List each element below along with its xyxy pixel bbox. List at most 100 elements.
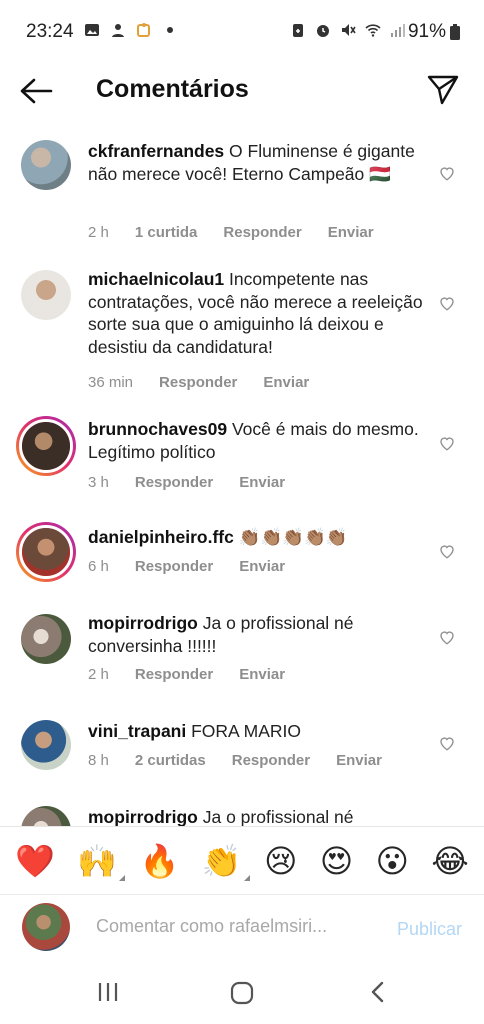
emoji-clap[interactable]: 👏 <box>201 842 250 881</box>
mute-icon <box>342 24 356 36</box>
avatar[interactable] <box>21 270 71 320</box>
avatar[interactable] <box>21 806 71 826</box>
comment-meta: 8 h 2 curtidas Responder Enviar <box>88 752 382 769</box>
avatar[interactable] <box>21 720 71 770</box>
status-bar: 23:24 91% <box>0 0 484 62</box>
heart-icon[interactable] <box>438 294 456 312</box>
comment-input[interactable] <box>96 916 356 937</box>
signal-icon <box>391 24 405 37</box>
battery-percent: 91% <box>407 21 446 42</box>
comment-likes[interactable]: 2 curtidas <box>135 752 206 769</box>
avatar-story[interactable] <box>16 522 76 582</box>
battery-icon <box>450 24 460 40</box>
comment-time: 36 min <box>88 374 134 391</box>
skin-tone-caret-icon <box>119 874 126 881</box>
comment-text: vini_trapani FORA MARIO <box>88 720 428 743</box>
comments-list[interactable]: ckfranfernandes O Fluminense é gigante n… <box>0 130 484 826</box>
comment-username[interactable]: vini_trapani <box>88 721 186 741</box>
comment-likes[interactable]: 1 curtida <box>135 224 198 241</box>
send-button[interactable]: Enviar <box>336 752 382 769</box>
comment-username[interactable]: michaelnicolau1 <box>88 269 224 289</box>
emoji-quick-bar: ❤️ 🙌 🔥 👏 😢 😍 😮 😂 <box>0 826 484 894</box>
avatar[interactable] <box>21 140 71 190</box>
publish-button[interactable]: Publicar <box>397 919 462 940</box>
header: Comentários <box>0 62 484 120</box>
comment-username[interactable]: danielpinheiro.ffc <box>88 527 234 547</box>
send-button[interactable]: Enviar <box>328 224 374 241</box>
comment-item: mopirrodrigo Ja o profissional né <box>0 806 484 826</box>
heart-icon[interactable] <box>438 542 456 560</box>
comment-time: 6 h <box>88 558 109 575</box>
comment-meta: 2 h 1 curtida Responder Enviar <box>88 224 374 241</box>
emoji-fire[interactable]: 🔥 <box>140 845 180 877</box>
recent-apps-icon[interactable] <box>96 980 120 1004</box>
comment-time: 3 h <box>88 474 109 491</box>
comment-item: mopirrodrigo Ja o profissional né conver… <box>0 612 484 694</box>
emoji-surprised[interactable]: 😮 <box>376 845 409 877</box>
comment-text: mopirrodrigo Ja o profissional né <box>88 806 428 826</box>
back-icon[interactable] <box>368 980 388 1004</box>
comment-text: mopirrodrigo Ja o profissional né conver… <box>88 612 428 657</box>
comment-username[interactable]: mopirrodrigo <box>88 807 198 826</box>
send-button[interactable]: Enviar <box>239 474 285 491</box>
emoji-raised-hands[interactable]: 🙌 <box>77 842 126 881</box>
comment-meta: 6 h Responder Enviar <box>88 558 285 575</box>
heart-icon[interactable] <box>438 628 456 646</box>
comment-time: 8 h <box>88 752 109 769</box>
android-nav-bar <box>0 964 484 1024</box>
send-button[interactable]: Enviar <box>239 666 285 683</box>
battery-status: 91% <box>408 21 460 43</box>
emoji-crying[interactable]: 😢 <box>264 845 297 877</box>
reply-button[interactable]: Responder <box>232 752 310 769</box>
direct-send-icon[interactable] <box>426 72 460 106</box>
send-button[interactable]: Enviar <box>239 558 285 575</box>
comment-text: danielpinheiro.ffc 👏🏽👏🏽👏🏽👏🏽👏🏽 <box>88 526 428 549</box>
avatar[interactable] <box>21 614 71 664</box>
back-arrow-icon[interactable] <box>18 76 54 106</box>
comment-meta: 2 h Responder Enviar <box>88 666 285 683</box>
comment-item: michaelnicolau1 Incompetente nas contrat… <box>0 268 484 391</box>
status-right-icons <box>290 22 406 38</box>
comment-item: ckfranfernandes O Fluminense é gigante n… <box>0 140 484 250</box>
heart-icon[interactable] <box>438 164 456 182</box>
page-title: Comentários <box>96 75 249 103</box>
status-time: 23:24 <box>26 21 74 42</box>
heart-icon[interactable] <box>438 434 456 452</box>
comment-item: brunnochaves09 Você é mais do mesmo. Leg… <box>0 416 484 496</box>
comment-input-row: Publicar <box>0 894 484 960</box>
alarm-icon <box>317 25 329 37</box>
reply-button[interactable]: Responder <box>135 666 213 683</box>
emoji-heart-eyes[interactable]: 😍 <box>320 845 353 877</box>
puzzle-icon <box>137 23 150 37</box>
reply-button[interactable]: Responder <box>223 224 301 241</box>
comment-username[interactable]: ckfranfernandes <box>88 141 224 161</box>
heart-icon[interactable] <box>438 734 456 752</box>
comment-body: 👏🏽👏🏽👏🏽👏🏽👏🏽 <box>238 527 348 547</box>
emoji-laughing[interactable]: 😂 <box>431 845 468 877</box>
comment-username[interactable]: mopirrodrigo <box>88 613 198 633</box>
avatar-story[interactable] <box>16 416 76 476</box>
skin-tone-caret-icon <box>243 874 250 881</box>
comment-text: michaelnicolau1 Incompetente nas contrat… <box>88 268 428 358</box>
reply-button[interactable]: Responder <box>135 558 213 575</box>
emoji-glyph: 👏 <box>201 842 242 879</box>
comment-meta: 36 min Responder Enviar <box>88 374 309 391</box>
reply-button[interactable]: Responder <box>159 374 237 391</box>
comment-text: brunnochaves09 Você é mais do mesmo. Leg… <box>88 418 428 463</box>
comment-username[interactable]: brunnochaves09 <box>88 419 227 439</box>
current-user-avatar <box>22 903 70 951</box>
dot-icon <box>167 27 173 33</box>
comment-body: Ja o profissional né <box>202 807 354 826</box>
person-icon <box>112 24 124 37</box>
comment-item: danielpinheiro.ffc 👏🏽👏🏽👏🏽👏🏽👏🏽 6 h Respon… <box>0 522 484 592</box>
reply-button[interactable]: Responder <box>135 474 213 491</box>
send-button[interactable]: Enviar <box>263 374 309 391</box>
emoji-heart[interactable]: ❤️ <box>15 845 55 877</box>
emoji-glyph: 🙌 <box>77 842 118 879</box>
comment-time: 2 h <box>88 666 109 683</box>
battery-saver-icon <box>293 24 303 37</box>
wifi-icon <box>365 24 381 37</box>
image-icon <box>85 24 99 36</box>
comment-meta: 3 h Responder Enviar <box>88 474 285 491</box>
home-icon[interactable] <box>229 980 255 1006</box>
